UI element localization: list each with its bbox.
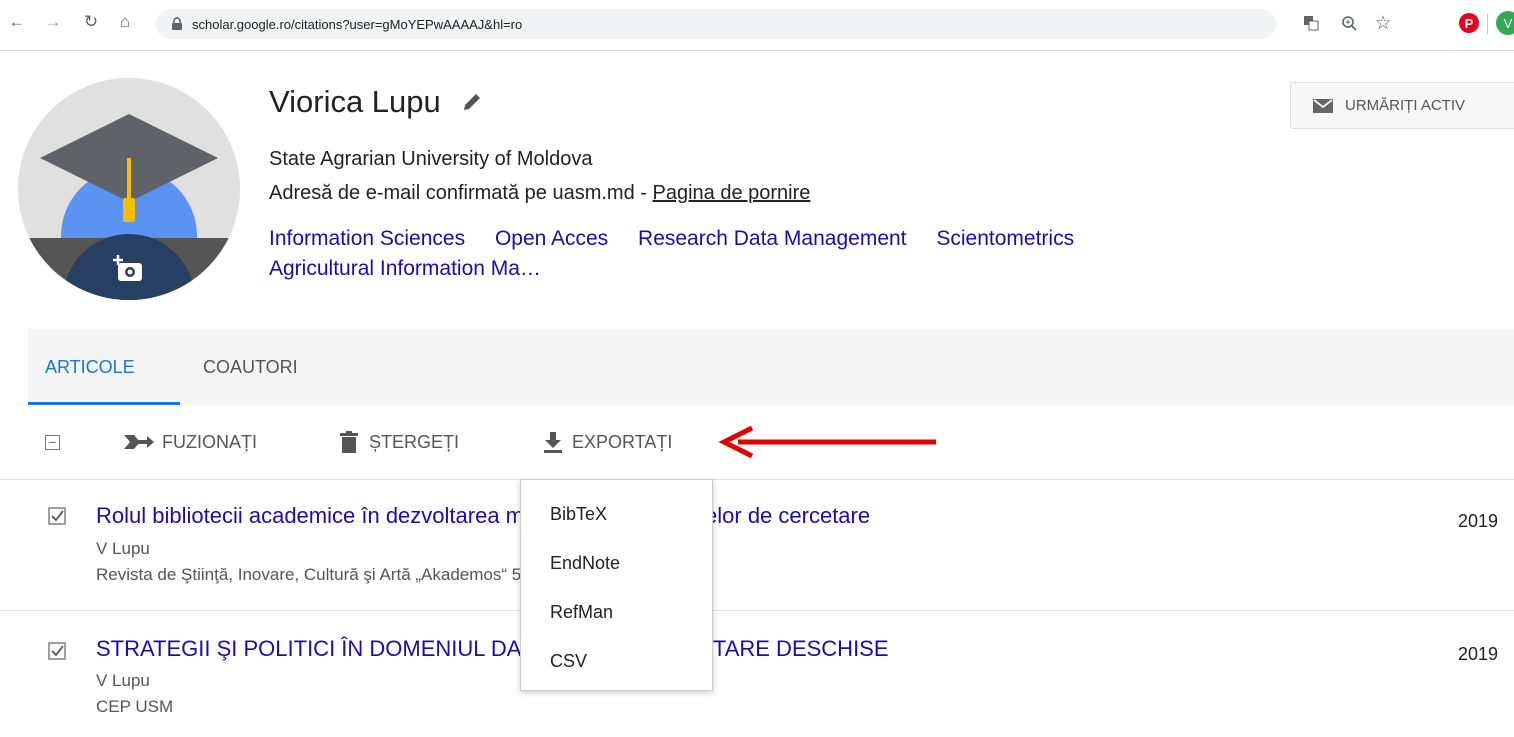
envelope-icon: [1313, 98, 1333, 113]
export-button[interactable]: EXPORTAȚI: [542, 427, 672, 457]
merge-icon: [124, 435, 154, 449]
profile-name-row: Viorica Lupu: [269, 84, 483, 120]
table-row: Rolul bibliotecii academice în dezvoltar…: [0, 480, 1514, 611]
interest-link[interactable]: Open Acces: [495, 227, 608, 250]
merge-button[interactable]: FUZIONAȚI: [124, 427, 257, 457]
article-title-link[interactable]: Rolul bibliotecii academice în dezvoltar…: [96, 503, 870, 529]
table-row: STRATEGII ŞI POLITICI ÎN DOMENIUL DATELO…: [0, 611, 1514, 737]
profile-tabs: ARTICOLE COAUTORI: [28, 329, 1514, 405]
forward-icon[interactable]: →: [42, 11, 64, 33]
article-year[interactable]: 2019: [1458, 511, 1498, 532]
article-venue: CEP USM: [96, 697, 174, 716]
interest-link[interactable]: Agricultural Information Ma…: [269, 257, 541, 280]
checkbox-checked-icon[interactable]: [48, 642, 66, 660]
menu-item-bibtex[interactable]: BibTeX: [521, 490, 712, 539]
delete-button[interactable]: ȘTERGEȚI: [339, 427, 459, 457]
menu-item-endnote[interactable]: EndNote: [521, 539, 712, 588]
browser-profile-avatar[interactable]: V: [1496, 11, 1514, 35]
home-icon[interactable]: ⌂: [114, 11, 136, 33]
export-format-menu: BibTeX EndNote RefMan CSV: [520, 479, 713, 691]
menu-item-refman[interactable]: RefMan: [521, 588, 712, 637]
research-interests: Information Sciences Open Acces Research…: [269, 224, 1289, 284]
tab-coautori[interactable]: COAUTORI: [203, 329, 298, 405]
affiliation: State Agrarian University of Moldova: [269, 148, 593, 170]
zoom-icon[interactable]: [1338, 12, 1360, 34]
article-authors: V Lupu: [96, 539, 150, 558]
merge-label: FUZIONAȚI: [162, 431, 257, 452]
export-label: EXPORTAȚI: [572, 431, 673, 452]
email-text: Adresă de e-mail confirmată pe uasm.md -: [269, 182, 653, 204]
article-title-link[interactable]: STRATEGII ŞI POLITICI ÎN DOMENIUL DATELO…: [96, 636, 889, 662]
tab-label: COAUTORI: [203, 356, 298, 377]
interest-link[interactable]: Scientometrics: [936, 227, 1074, 250]
star-icon[interactable]: ☆: [1372, 12, 1394, 34]
interest-link[interactable]: Research Data Management: [638, 227, 906, 250]
pencil-edit-icon[interactable]: [461, 91, 483, 113]
toolbar-divider: [1487, 14, 1488, 34]
profile-photo[interactable]: [18, 78, 240, 300]
download-icon: [544, 432, 562, 453]
delete-label: ȘTERGEȚI: [369, 431, 460, 452]
tab-label: ARTICOLE: [45, 356, 135, 377]
translate-icon[interactable]: [1300, 12, 1322, 34]
homepage-link[interactable]: Pagina de pornire: [653, 182, 811, 204]
reload-icon[interactable]: ↻: [80, 11, 102, 33]
annotation-arrow-icon: [718, 425, 936, 459]
menu-item-csv[interactable]: CSV: [521, 637, 712, 686]
add-photo-icon[interactable]: [113, 254, 145, 284]
email-verification: Adresă de e-mail confirmată pe uasm.md -…: [269, 182, 810, 205]
follow-label: URMĂRIȚI ACTIV: [1345, 97, 1466, 114]
url-text[interactable]: scholar.google.ro/citations?user=gMoYEPw…: [192, 17, 522, 32]
select-all-checkbox[interactable]: [45, 435, 60, 450]
trash-icon: [340, 431, 358, 453]
interest-link[interactable]: Information Sciences: [269, 227, 465, 250]
lock-icon[interactable]: [170, 17, 184, 31]
profile-name: Viorica Lupu: [269, 84, 441, 119]
browser-toolbar: ← → ↻ ⌂ scholar.google.ro/citations?user…: [0, 0, 1514, 51]
pinterest-icon[interactable]: P: [1459, 13, 1479, 33]
address-bar[interactable]: scholar.google.ro/citations?user=gMoYEPw…: [156, 9, 1276, 39]
checkbox-checked-icon[interactable]: [48, 507, 66, 525]
article-year[interactable]: 2019: [1458, 644, 1498, 665]
back-icon[interactable]: ←: [6, 11, 28, 33]
article-authors: V Lupu: [96, 671, 150, 690]
follow-button[interactable]: URMĂRIȚI ACTIV: [1290, 82, 1514, 129]
tab-articole[interactable]: ARTICOLE: [45, 329, 135, 405]
